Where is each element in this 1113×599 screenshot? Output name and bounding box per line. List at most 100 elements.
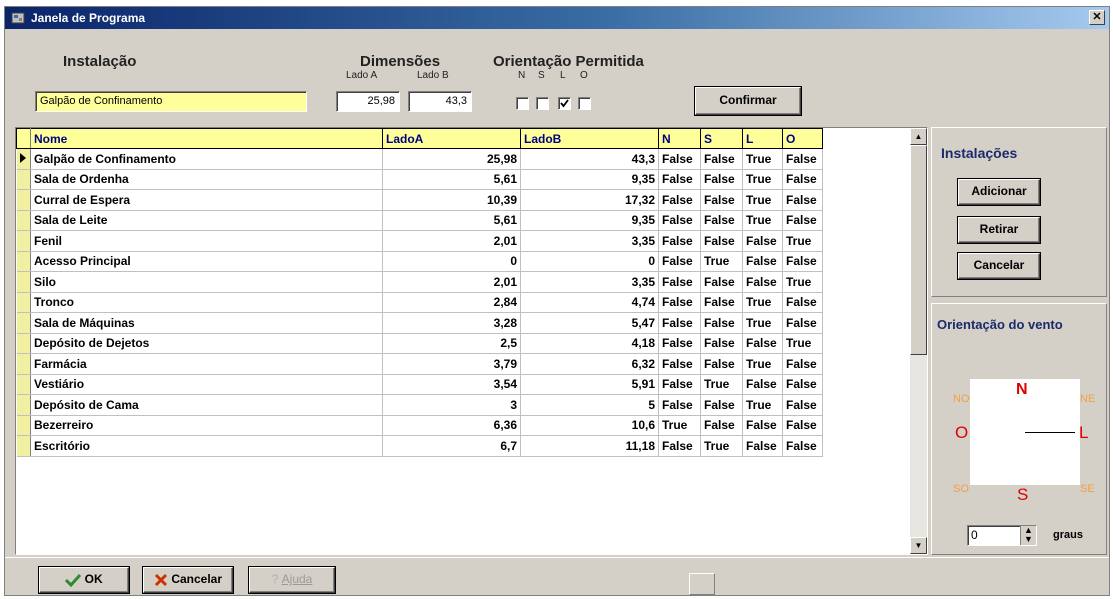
scroll-up-icon[interactable]: ▲ xyxy=(910,128,927,145)
confirm-button[interactable]: Confirmar xyxy=(695,87,801,115)
cell-n[interactable]: False xyxy=(658,292,701,313)
cell-ladob[interactable]: 11,18 xyxy=(520,435,659,457)
row-indicator[interactable] xyxy=(16,148,31,170)
cell-n[interactable]: False xyxy=(658,251,701,272)
cell-s[interactable]: False xyxy=(700,189,743,211)
cell-o[interactable]: True xyxy=(782,271,823,293)
cancelar-button[interactable]: Cancelar xyxy=(143,567,233,593)
cell-n[interactable]: False xyxy=(658,333,701,354)
row-indicator[interactable] xyxy=(16,333,31,354)
cell-ladob[interactable]: 5,91 xyxy=(520,374,659,395)
cell-nome[interactable]: Acesso Principal xyxy=(30,251,383,272)
cell-n[interactable]: True xyxy=(658,415,701,436)
cell-o[interactable]: False xyxy=(782,435,823,457)
cell-nome[interactable]: Tronco xyxy=(30,292,383,313)
cell-ladoa[interactable]: 2,01 xyxy=(382,271,521,293)
scroll-down-icon[interactable]: ▼ xyxy=(910,537,927,554)
cell-s[interactable]: True xyxy=(700,435,743,457)
cell-n[interactable]: False xyxy=(658,353,701,375)
cell-l[interactable]: True xyxy=(742,169,783,190)
ajuda-button[interactable]: ? Ajuda xyxy=(249,567,335,593)
lado-b-field[interactable]: 43,3 xyxy=(408,91,472,112)
cell-nome[interactable]: Silo xyxy=(30,271,383,293)
instalacao-field[interactable]: Galpão de Confinamento xyxy=(35,91,307,112)
cell-s[interactable]: False xyxy=(700,169,743,190)
row-indicator[interactable] xyxy=(16,374,31,395)
cell-ladoa[interactable]: 5,61 xyxy=(382,210,521,231)
ok-button[interactable]: OK xyxy=(39,567,129,593)
cell-n[interactable]: False xyxy=(658,169,701,190)
table-row[interactable]: Farmácia 3,79 6,32 False False True False xyxy=(16,353,823,375)
cell-s[interactable]: False xyxy=(700,210,743,231)
table-row[interactable]: Depósito de Dejetos 2,5 4,18 False False Fals… xyxy=(16,333,823,354)
cell-n[interactable]: False xyxy=(658,271,701,293)
cell-s[interactable]: True xyxy=(700,251,743,272)
cell-n[interactable]: False xyxy=(658,374,701,395)
cell-ladoa[interactable]: 0 xyxy=(382,251,521,272)
row-indicator[interactable] xyxy=(16,312,31,334)
cell-nome[interactable]: Escritório xyxy=(30,435,383,457)
cancelar-side-button[interactable]: Cancelar xyxy=(958,253,1040,279)
cell-o[interactable]: False xyxy=(782,148,823,170)
cell-o[interactable]: True xyxy=(782,333,823,354)
cell-o[interactable]: False xyxy=(782,292,823,313)
cell-n[interactable]: False xyxy=(658,230,701,252)
cell-nome[interactable]: Sala de Leite xyxy=(30,210,383,231)
row-indicator[interactable] xyxy=(16,271,31,293)
cell-o[interactable]: False xyxy=(782,353,823,375)
column-header-nome[interactable]: Nome xyxy=(30,128,383,149)
table-row[interactable]: Depósito de Cama 3 5 False False True False xyxy=(16,394,823,416)
cell-ladoa[interactable]: 3,79 xyxy=(382,353,521,375)
cell-s[interactable]: False xyxy=(700,312,743,334)
table-row[interactable]: Tronco 2,84 4,74 False False True False xyxy=(16,292,823,313)
vertical-scrollbar[interactable]: ▲ ▼ xyxy=(910,128,927,554)
cell-l[interactable]: True xyxy=(742,312,783,334)
cell-s[interactable]: False xyxy=(700,415,743,436)
column-header-n[interactable]: N xyxy=(658,128,701,149)
cell-ladoa[interactable]: 3,54 xyxy=(382,374,521,395)
cell-n[interactable]: False xyxy=(658,148,701,170)
cell-o[interactable]: False xyxy=(782,394,823,416)
cell-nome[interactable]: Farmácia xyxy=(30,353,383,375)
column-header-o[interactable]: O xyxy=(782,128,823,149)
table-row[interactable]: Bezerreiro 6,36 10,6 True False False False xyxy=(16,415,823,436)
row-indicator[interactable] xyxy=(16,230,31,252)
cell-ladob[interactable]: 0 xyxy=(520,251,659,272)
column-header-ladob[interactable]: LadoB xyxy=(520,128,659,149)
table-row[interactable]: Fenil 2,01 3,35 False False False True xyxy=(16,230,823,252)
cell-ladob[interactable]: 43,3 xyxy=(520,148,659,170)
table-row[interactable]: Vestiário 3,54 5,91 False True False False xyxy=(16,374,823,395)
cell-ladob[interactable]: 10,6 xyxy=(520,415,659,436)
close-button[interactable]: ✕ xyxy=(1089,10,1105,25)
cell-o[interactable]: False xyxy=(782,415,823,436)
column-header-ladoa[interactable]: LadoA xyxy=(382,128,521,149)
retirar-button[interactable]: Retirar xyxy=(958,217,1040,243)
adicionar-button[interactable]: Adicionar xyxy=(958,179,1040,205)
column-header-l[interactable]: L xyxy=(742,128,783,149)
cell-o[interactable]: False xyxy=(782,189,823,211)
row-indicator[interactable] xyxy=(16,292,31,313)
orient-checkbox-s[interactable] xyxy=(536,97,549,110)
row-indicator[interactable] xyxy=(16,189,31,211)
cell-l[interactable]: True xyxy=(742,210,783,231)
cell-l[interactable]: False xyxy=(742,333,783,354)
cell-ladob[interactable]: 5,47 xyxy=(520,312,659,334)
cell-ladob[interactable]: 9,35 xyxy=(520,169,659,190)
cell-o[interactable]: True xyxy=(782,230,823,252)
cell-s[interactable]: False xyxy=(700,333,743,354)
cell-o[interactable]: False xyxy=(782,210,823,231)
cell-l[interactable]: False xyxy=(742,251,783,272)
cell-ladoa[interactable]: 2,84 xyxy=(382,292,521,313)
cell-s[interactable]: False xyxy=(700,353,743,375)
cell-l[interactable]: True xyxy=(742,394,783,416)
table-row[interactable]: Acesso Principal 0 0 False True False False xyxy=(16,251,823,272)
row-indicator[interactable] xyxy=(16,169,31,190)
cell-nome[interactable]: Bezerreiro xyxy=(30,415,383,436)
row-indicator[interactable] xyxy=(16,435,31,457)
cell-nome[interactable]: Fenil xyxy=(30,230,383,252)
graus-spinner[interactable]: 0 ▲ ▼ xyxy=(967,525,1037,546)
cell-n[interactable]: False xyxy=(658,312,701,334)
table-row[interactable]: Sala de Leite 5,61 9,35 False False True False xyxy=(16,210,823,231)
cell-nome[interactable]: Sala de Ordenha xyxy=(30,169,383,190)
cell-ladoa[interactable]: 6,36 xyxy=(382,415,521,436)
